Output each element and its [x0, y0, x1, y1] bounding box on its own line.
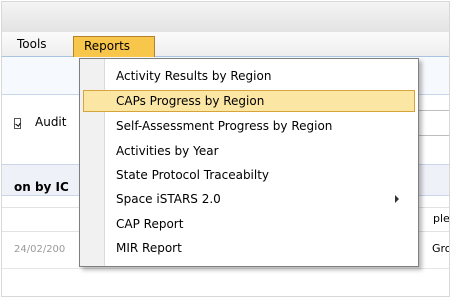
grid-cell-text: plem — [433, 212, 449, 225]
menu-reports[interactable]: Reports — [73, 36, 155, 57]
menu-item-label: Space iSTARS 2.0 — [116, 192, 221, 206]
menu-item-mir-report[interactable]: MIR Report — [83, 237, 415, 259]
menu-item-state-protocol-traceability[interactable]: State Protocol Traceabilty — [83, 164, 415, 186]
reports-dropdown-menu: Activity Results by Region CAPs Progress… — [79, 58, 419, 267]
date-text: 24/02/200 — [14, 244, 66, 255]
submenu-arrow-icon — [395, 195, 399, 203]
section-title: on by IC — [14, 180, 69, 194]
audit-checkbox[interactable] — [14, 118, 21, 129]
audit-label: Audit — [35, 115, 67, 129]
menu-bar: Tools Reports — [2, 32, 449, 57]
menu-item-self-assessment-progress-by-region[interactable]: Self-Assessment Progress by Region — [83, 115, 415, 137]
menu-item-cap-report[interactable]: CAP Report — [83, 213, 415, 235]
menu-item-activity-results-by-region[interactable]: Activity Results by Region — [83, 65, 415, 87]
menu-item-caps-progress-by-region[interactable]: CAPs Progress by Region — [83, 90, 415, 112]
divider — [2, 268, 449, 269]
title-band — [2, 2, 449, 33]
menu-item-activities-by-year[interactable]: Activities by Year — [83, 140, 415, 162]
menu-item-space-istars[interactable]: Space iSTARS 2.0 — [83, 188, 415, 210]
menu-tools[interactable]: Tools — [9, 35, 55, 53]
group-text: Gro — [432, 242, 449, 255]
app-window: Tools Reports Audit on by IC plem 24/02/… — [2, 2, 449, 296]
